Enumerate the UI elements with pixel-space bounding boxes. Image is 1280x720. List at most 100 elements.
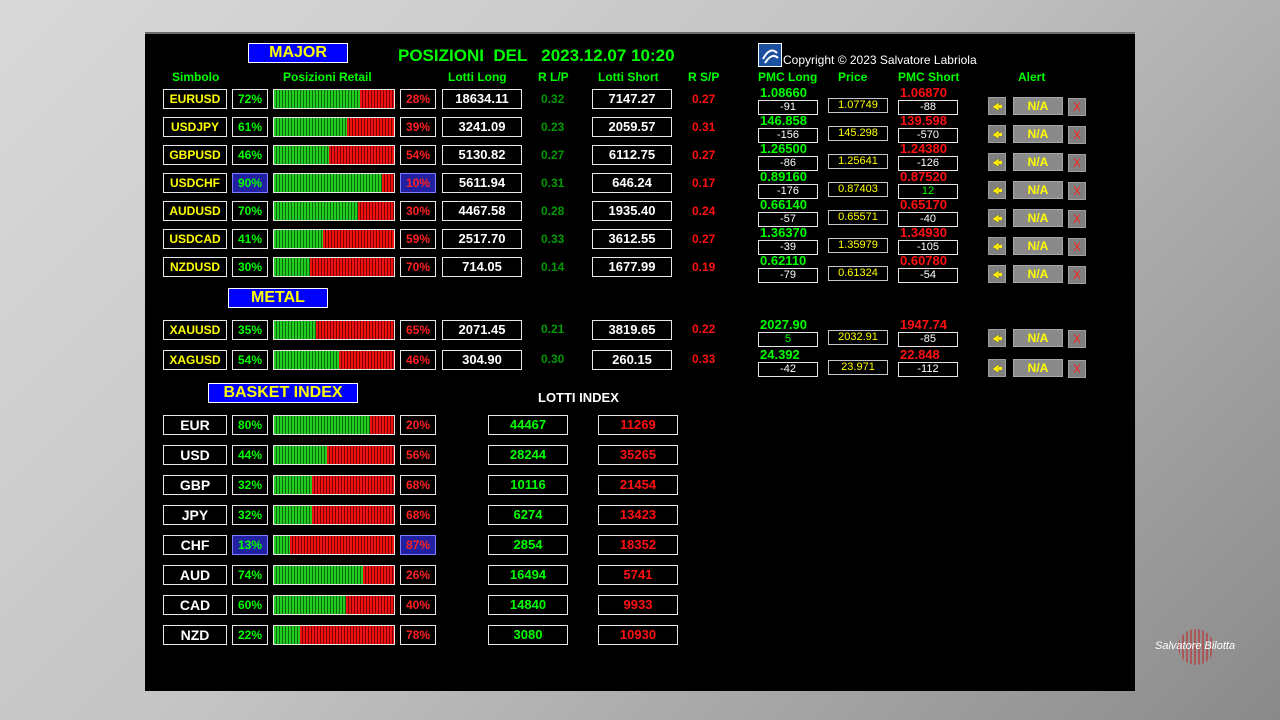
bar-long-fill	[274, 566, 363, 584]
retail-position-bar	[273, 505, 395, 525]
alert-na-button[interactable]: N/A	[1013, 237, 1063, 255]
lotti-long-value: 5130.82	[442, 145, 522, 165]
metal-header: METAL	[228, 288, 328, 308]
symbol-label[interactable]: GBPUSD	[163, 145, 227, 165]
bar-long-fill	[274, 90, 361, 108]
current-price: 2032.91	[828, 330, 888, 345]
remove-alert-button[interactable]: X	[1068, 154, 1086, 172]
lotti-long-value: 4467.58	[442, 201, 522, 221]
lotti-long-value: 2071.45	[442, 320, 522, 340]
symbol-label[interactable]: USDCAD	[163, 229, 227, 249]
symbol-label[interactable]: XAGUSD	[163, 350, 227, 370]
retail-position-bar	[273, 415, 395, 435]
alert-bell-button[interactable]	[988, 153, 1006, 171]
r-lp-value: 0.14	[541, 260, 565, 274]
pmc-long-value: 1.26500	[760, 141, 807, 156]
currency-label[interactable]: EUR	[163, 415, 227, 435]
short-percent: 68%	[400, 505, 436, 525]
alert-na-button[interactable]: N/A	[1013, 209, 1063, 227]
pmc-short-value: 1.34930	[900, 225, 947, 240]
lotti-short-value: 1935.40	[592, 201, 672, 221]
lotti-short-value: 2059.57	[592, 117, 672, 137]
pmc-short-value: 1947.74	[900, 317, 947, 332]
alert-bell-button[interactable]	[988, 125, 1006, 143]
lotti-short-value: 260.15	[592, 350, 672, 370]
alert-na-button[interactable]: N/A	[1013, 359, 1063, 377]
symbol-label[interactable]: NZDUSD	[163, 257, 227, 277]
short-percent: 40%	[400, 595, 436, 615]
lotti-index-short: 18352	[598, 535, 678, 555]
currency-label[interactable]: CHF	[163, 535, 227, 555]
bar-long-fill	[274, 258, 310, 276]
symbol-label[interactable]: XAUUSD	[163, 320, 227, 340]
alert-bell-button[interactable]	[988, 97, 1006, 115]
currency-label[interactable]: USD	[163, 445, 227, 465]
remove-alert-button[interactable]: X	[1068, 238, 1086, 256]
symbol-label[interactable]: USDCHF	[163, 173, 227, 193]
remove-alert-button[interactable]: X	[1068, 210, 1086, 228]
pmc-long-diff: -79	[758, 268, 818, 283]
alert-bell-button[interactable]	[988, 237, 1006, 255]
alert-na-button[interactable]: N/A	[1013, 97, 1063, 115]
remove-alert-button[interactable]: X	[1068, 266, 1086, 284]
symbol-label[interactable]: EURUSD	[163, 89, 227, 109]
alert-na-button[interactable]: N/A	[1013, 153, 1063, 171]
lotti-index-short: 11269	[598, 415, 678, 435]
lotti-long-value: 18634.11	[442, 89, 522, 109]
alert-na-button[interactable]: N/A	[1013, 329, 1063, 347]
r-sp-value: 0.27	[692, 148, 716, 162]
bar-short-fill	[360, 90, 394, 108]
alert-bell-button[interactable]	[988, 265, 1006, 283]
retail-position-bar	[273, 595, 395, 615]
bar-short-fill	[312, 476, 394, 494]
pmc-long-value: 24.392	[760, 347, 800, 362]
alert-bell-button[interactable]	[988, 359, 1006, 377]
long-percent: 41%	[232, 229, 268, 249]
retail-position-bar	[273, 625, 395, 645]
long-percent: 70%	[232, 201, 268, 221]
symbol-label[interactable]: AUDUSD	[163, 201, 227, 221]
currency-label[interactable]: CAD	[163, 595, 227, 615]
pmc-short-diff: -85	[898, 332, 958, 347]
pmc-long-diff: 5	[758, 332, 818, 347]
remove-alert-button[interactable]: X	[1068, 126, 1086, 144]
alert-na-button[interactable]: N/A	[1013, 181, 1063, 199]
currency-label[interactable]: JPY	[163, 505, 227, 525]
bar-long-fill	[274, 321, 316, 339]
r-lp-value: 0.23	[541, 120, 565, 134]
dashboard-panel: MAJOR POSIZIONI DEL 2023.12.07 10:20 Cop…	[145, 32, 1135, 691]
currency-label[interactable]: NZD	[163, 625, 227, 645]
lotti-short-value: 3612.55	[592, 229, 672, 249]
alert-bell-button[interactable]	[988, 209, 1006, 227]
pmc-long-value: 1.36370	[760, 225, 807, 240]
r-lp-value: 0.33	[541, 232, 565, 246]
currency-label[interactable]: AUD	[163, 565, 227, 585]
alert-na-button[interactable]: N/A	[1013, 125, 1063, 143]
col-r-lp: R L/P	[538, 70, 569, 84]
col-simbolo: Simbolo	[172, 70, 220, 84]
short-percent: 56%	[400, 445, 436, 465]
bar-short-fill	[289, 536, 394, 554]
r-lp-value: 0.30	[541, 352, 565, 366]
retail-position-bar	[273, 201, 395, 221]
r-sp-value: 0.27	[692, 92, 716, 106]
alert-bell-button[interactable]	[988, 329, 1006, 347]
currency-label[interactable]: GBP	[163, 475, 227, 495]
current-price: 0.87403	[828, 182, 888, 197]
pmc-short-value: 139.598	[900, 113, 947, 128]
alert-bell-button[interactable]	[988, 181, 1006, 199]
symbol-label[interactable]: USDJPY	[163, 117, 227, 137]
long-percent: 61%	[232, 117, 268, 137]
bar-short-fill	[338, 351, 394, 369]
remove-alert-button[interactable]: X	[1068, 98, 1086, 116]
r-lp-value: 0.28	[541, 204, 565, 218]
lotti-index-label: LOTTI INDEX	[538, 390, 619, 405]
alert-na-button[interactable]: N/A	[1013, 265, 1063, 283]
bar-short-fill	[370, 416, 394, 434]
remove-alert-button[interactable]: X	[1068, 330, 1086, 348]
remove-alert-button[interactable]: X	[1068, 182, 1086, 200]
long-percent: 22%	[232, 625, 268, 645]
remove-alert-button[interactable]: X	[1068, 360, 1086, 378]
major-header: MAJOR	[248, 43, 348, 63]
short-percent: 68%	[400, 475, 436, 495]
